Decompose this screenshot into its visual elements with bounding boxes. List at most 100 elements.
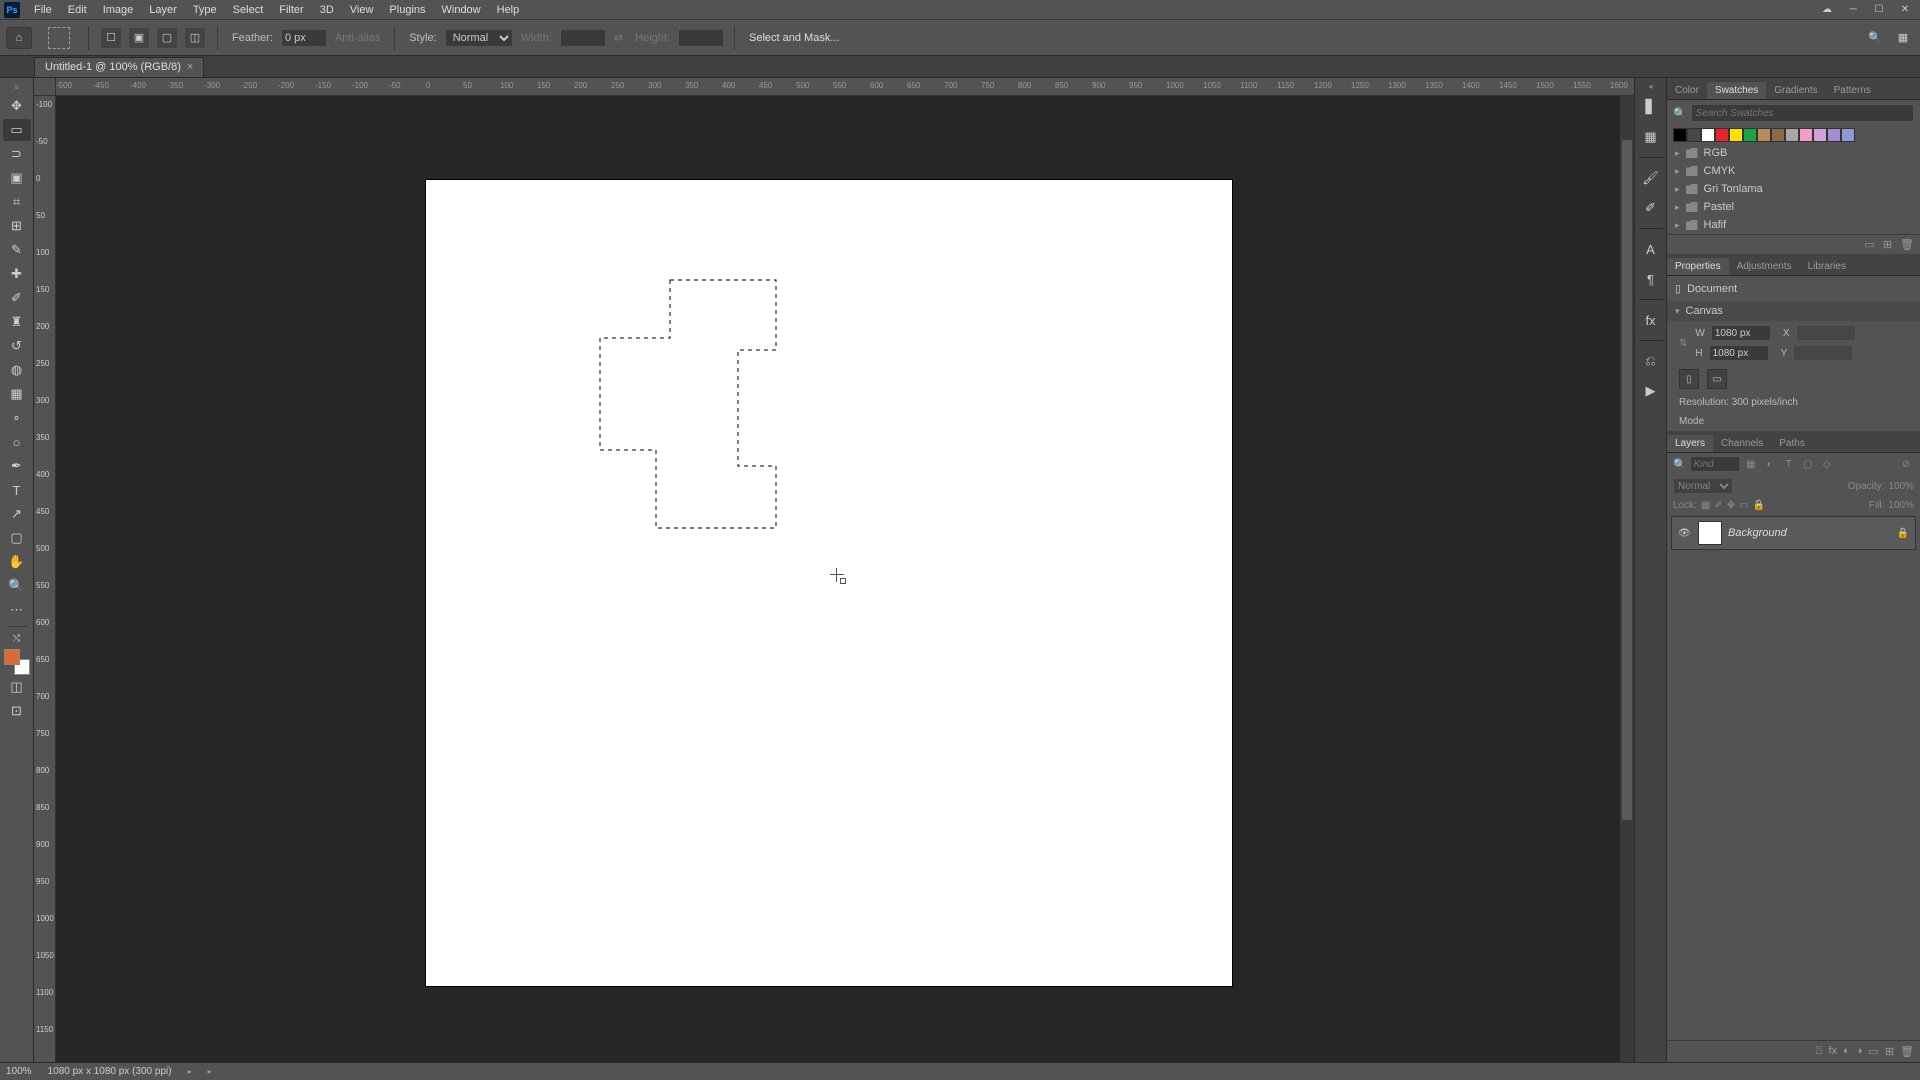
lock-position-icon[interactable]: ✥: [1727, 500, 1735, 511]
zoom-level[interactable]: 100%: [6, 1066, 32, 1077]
menu-plugins[interactable]: Plugins: [381, 2, 433, 18]
rectangle-tool[interactable]: ▢: [3, 527, 31, 549]
layer-fx-icon[interactable]: fx: [1829, 1045, 1838, 1058]
brush-settings-icon[interactable]: 🖌: [1638, 166, 1664, 190]
zoom-tool[interactable]: 🔍: [3, 575, 31, 597]
delete-layer-icon[interactable]: 🗑: [1900, 1045, 1914, 1058]
new-folder-icon[interactable]: ▭: [1864, 238, 1874, 251]
layer-filter-input[interactable]: [1690, 456, 1740, 472]
brushes-icon[interactable]: ✐: [1638, 196, 1664, 220]
colors-icon[interactable]: ▋: [1638, 95, 1664, 119]
info-menu-caret2-icon[interactable]: ▸: [208, 1067, 212, 1076]
swatch[interactable]: [1813, 128, 1827, 142]
screenmode-icon[interactable]: ⊡: [3, 700, 31, 722]
swatch[interactable]: [1701, 128, 1715, 142]
window-maximize-button[interactable]: ☐: [1866, 0, 1892, 18]
lock-pixels-icon[interactable]: ▦: [1701, 500, 1710, 511]
tab-channels[interactable]: Channels: [1713, 435, 1771, 452]
menu-filter[interactable]: Filter: [271, 2, 311, 18]
tab-layers[interactable]: Layers: [1667, 435, 1713, 452]
tab-patterns[interactable]: Patterns: [1826, 82, 1879, 99]
swatch[interactable]: [1771, 128, 1785, 142]
close-tab-icon[interactable]: ×: [187, 61, 193, 73]
tab-properties[interactable]: Properties: [1667, 258, 1729, 275]
window-close-button[interactable]: ✕: [1892, 0, 1918, 18]
swatch[interactable]: [1673, 128, 1687, 142]
swatch-group[interactable]: ▸RGB: [1667, 144, 1920, 162]
lasso-tool[interactable]: ⊃: [3, 143, 31, 165]
caret-icon[interactable]: ▾: [1675, 306, 1680, 317]
link-wh-icon[interactable]: ⇅: [1679, 338, 1687, 349]
filter-shape-icon[interactable]: ▢: [1800, 456, 1816, 472]
swatch[interactable]: [1841, 128, 1855, 142]
blur-tool[interactable]: ∘: [3, 407, 31, 429]
document-tab[interactable]: Untitled-1 @ 100% (RGB/8) ×: [34, 57, 204, 77]
window-minimize-button[interactable]: ─: [1840, 0, 1866, 18]
new-group-icon[interactable]: ▭: [1868, 1045, 1878, 1058]
quickmask-icon[interactable]: ◫: [3, 676, 31, 698]
subtract-selection-icon[interactable]: ▢: [156, 27, 178, 49]
history-icon[interactable]: ⎌: [1638, 349, 1664, 373]
swatch-group[interactable]: ▸CMYK: [1667, 162, 1920, 180]
swatches-icon[interactable]: ▦: [1638, 125, 1664, 149]
delete-swatch-icon[interactable]: 🗑: [1900, 238, 1914, 251]
dodge-tool[interactable]: ○: [3, 431, 31, 453]
stamp-tool[interactable]: ♜: [3, 311, 31, 333]
orientation-portrait-icon[interactable]: ▯: [1679, 369, 1699, 389]
move-tool[interactable]: ✥: [3, 95, 31, 117]
eraser-tool[interactable]: ◍: [3, 359, 31, 381]
new-selection-icon[interactable]: ☐: [100, 27, 122, 49]
brush-tool[interactable]: ✐: [3, 287, 31, 309]
history-brush-tool[interactable]: ↺: [3, 335, 31, 357]
vertical-scrollbar[interactable]: [1620, 96, 1634, 1062]
filter-adjust-icon[interactable]: ◐: [1762, 456, 1778, 472]
workspace-icon[interactable]: ▦: [1892, 27, 1914, 49]
filter-type-icon[interactable]: T: [1781, 456, 1797, 472]
opacity-value[interactable]: 100%: [1888, 481, 1914, 492]
healing-tool[interactable]: ✚: [3, 263, 31, 285]
swatch-group[interactable]: ▸Hafif: [1667, 216, 1920, 234]
artboard[interactable]: [426, 180, 1232, 986]
tab-libraries[interactable]: Libraries: [1800, 258, 1854, 275]
layer-name[interactable]: Background: [1728, 527, 1891, 539]
canvas-height-input[interactable]: [1709, 345, 1769, 361]
adjustment-layer-icon[interactable]: ◑: [1856, 1045, 1863, 1058]
lock-artboard-icon[interactable]: ▭: [1739, 500, 1748, 511]
frame-tool[interactable]: ⊞: [3, 215, 31, 237]
path-tool[interactable]: ↗: [3, 503, 31, 525]
object-select-tool[interactable]: ▣: [3, 167, 31, 189]
swatch[interactable]: [1743, 128, 1757, 142]
visibility-icon[interactable]: 👁: [1678, 528, 1692, 539]
menu-image[interactable]: Image: [95, 2, 142, 18]
layer-thumbnail[interactable]: [1698, 521, 1722, 545]
document-info[interactable]: 1080 px x 1080 px (300 ppi): [48, 1066, 172, 1077]
actions-icon[interactable]: ▶: [1638, 379, 1664, 403]
blend-mode-select[interactable]: Normal: [1673, 478, 1733, 494]
select-and-mask-button[interactable]: Select and Mask...: [749, 32, 840, 44]
marquee-tool[interactable]: ▭: [3, 119, 31, 141]
tab-color[interactable]: Color: [1667, 82, 1707, 99]
filter-smart-icon[interactable]: ◇: [1819, 456, 1835, 472]
eyedropper-tool[interactable]: ✎: [3, 239, 31, 261]
info-menu-caret-icon[interactable]: ▸: [188, 1067, 192, 1076]
swatch[interactable]: [1687, 128, 1701, 142]
filter-toggle-icon[interactable]: ⊘: [1898, 456, 1914, 472]
filter-image-icon[interactable]: ▦: [1743, 456, 1759, 472]
swatch-group[interactable]: ▸Gri Tonlama: [1667, 180, 1920, 198]
intersect-selection-icon[interactable]: ◫: [184, 27, 206, 49]
tab-swatches[interactable]: Swatches: [1707, 82, 1766, 99]
styles-icon[interactable]: fx: [1638, 308, 1664, 332]
swatch[interactable]: [1827, 128, 1841, 142]
swatch[interactable]: [1729, 128, 1743, 142]
menu-help[interactable]: Help: [489, 2, 528, 18]
orientation-landscape-icon[interactable]: ▭: [1707, 369, 1727, 389]
menu-window[interactable]: Window: [434, 2, 489, 18]
tab-gradients[interactable]: Gradients: [1766, 82, 1825, 99]
canvas-width-input[interactable]: [1711, 325, 1771, 341]
character-icon[interactable]: A: [1638, 237, 1664, 261]
add-selection-icon[interactable]: ▣: [128, 27, 150, 49]
layer-mask-icon[interactable]: ◐: [1843, 1045, 1850, 1058]
menu-view[interactable]: View: [342, 2, 382, 18]
hand-tool[interactable]: ✋: [3, 551, 31, 573]
menu-layer[interactable]: Layer: [141, 2, 185, 18]
